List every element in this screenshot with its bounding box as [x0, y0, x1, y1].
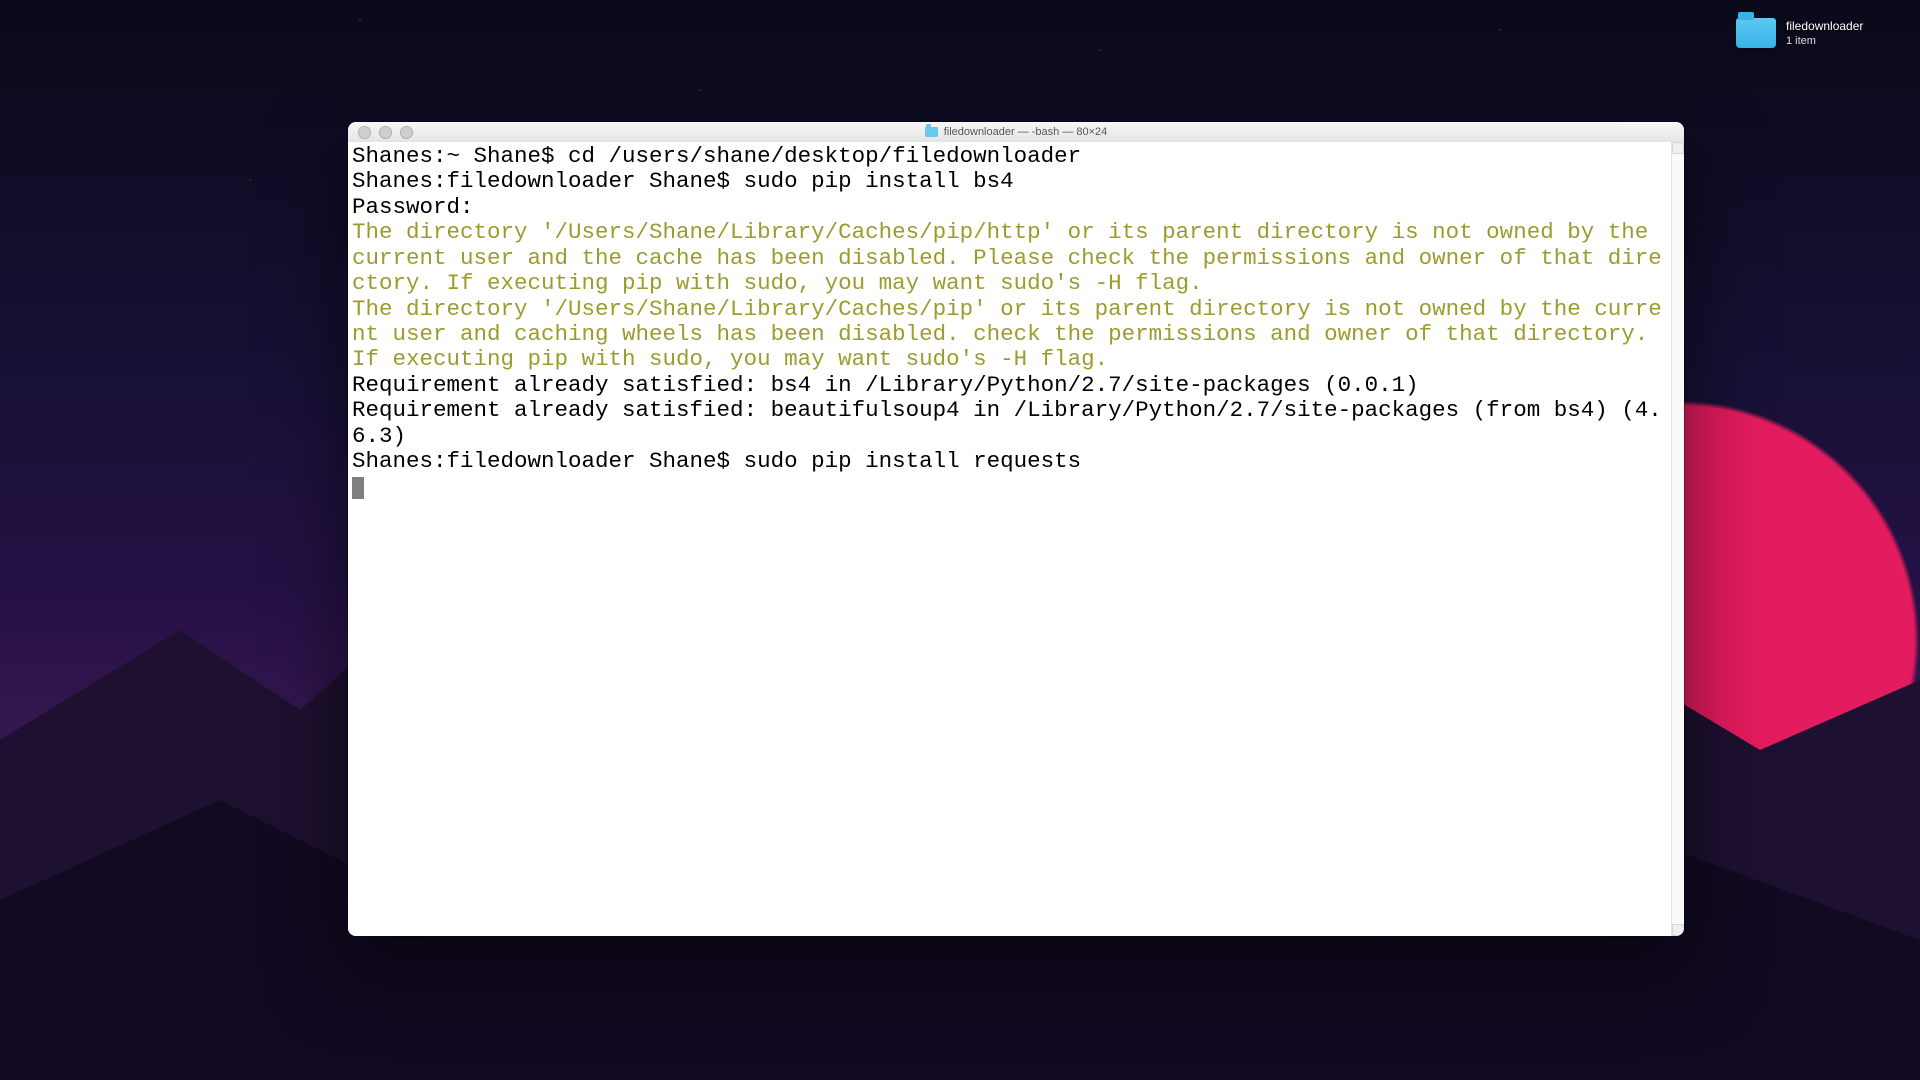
terminal-cursor — [352, 477, 364, 499]
scrollbar-corner-top — [1672, 142, 1684, 154]
terminal-line: The directory '/Users/Shane/Library/Cach… — [352, 219, 1662, 296]
terminal-window: filedownloader — -bash — 80×24 Shanes:~ … — [348, 122, 1684, 936]
terminal-content[interactable]: Shanes:~ Shane$ cd /users/shane/desktop/… — [348, 142, 1672, 504]
terminal-line: The directory '/Users/Shane/Library/Cach… — [352, 296, 1662, 373]
close-icon[interactable] — [358, 126, 371, 139]
maximize-icon[interactable] — [400, 126, 413, 139]
desktop-folder-name: filedownloader — [1786, 19, 1863, 33]
terminal-line: Shanes:filedownloader Shane$ sudo pip in… — [352, 168, 1014, 194]
window-titlebar[interactable]: filedownloader — -bash — 80×24 — [348, 122, 1684, 143]
scrollbar-track[interactable] — [1671, 142, 1684, 936]
terminal-line: Shanes:~ Shane$ cd /users/shane/desktop/… — [352, 143, 1081, 169]
desktop-folder-filedownloader[interactable]: filedownloader 1 item — [1736, 18, 1896, 48]
terminal-line: Password: — [352, 194, 474, 220]
desktop-folder-subtitle: 1 item — [1786, 35, 1816, 47]
scrollbar-corner-bottom — [1672, 924, 1684, 936]
terminal-line: Shanes:filedownloader Shane$ sudo pip in… — [352, 448, 1081, 474]
terminal-body: Shanes:~ Shane$ cd /users/shane/desktop/… — [348, 142, 1684, 936]
terminal-line: Requirement already satisfied: beautiful… — [352, 397, 1662, 448]
window-title: filedownloader — -bash — 80×24 — [348, 126, 1684, 138]
terminal-scroll-area[interactable]: Shanes:~ Shane$ cd /users/shane/desktop/… — [348, 142, 1672, 936]
window-traffic-lights — [348, 126, 413, 139]
folder-icon — [925, 127, 938, 137]
terminal-line: Requirement already satisfied: bs4 in /L… — [352, 372, 1419, 398]
window-title-text: filedownloader — -bash — 80×24 — [944, 126, 1108, 138]
folder-icon — [1736, 18, 1776, 48]
minimize-icon[interactable] — [379, 126, 392, 139]
desktop-folder-labels: filedownloader 1 item — [1786, 19, 1863, 48]
